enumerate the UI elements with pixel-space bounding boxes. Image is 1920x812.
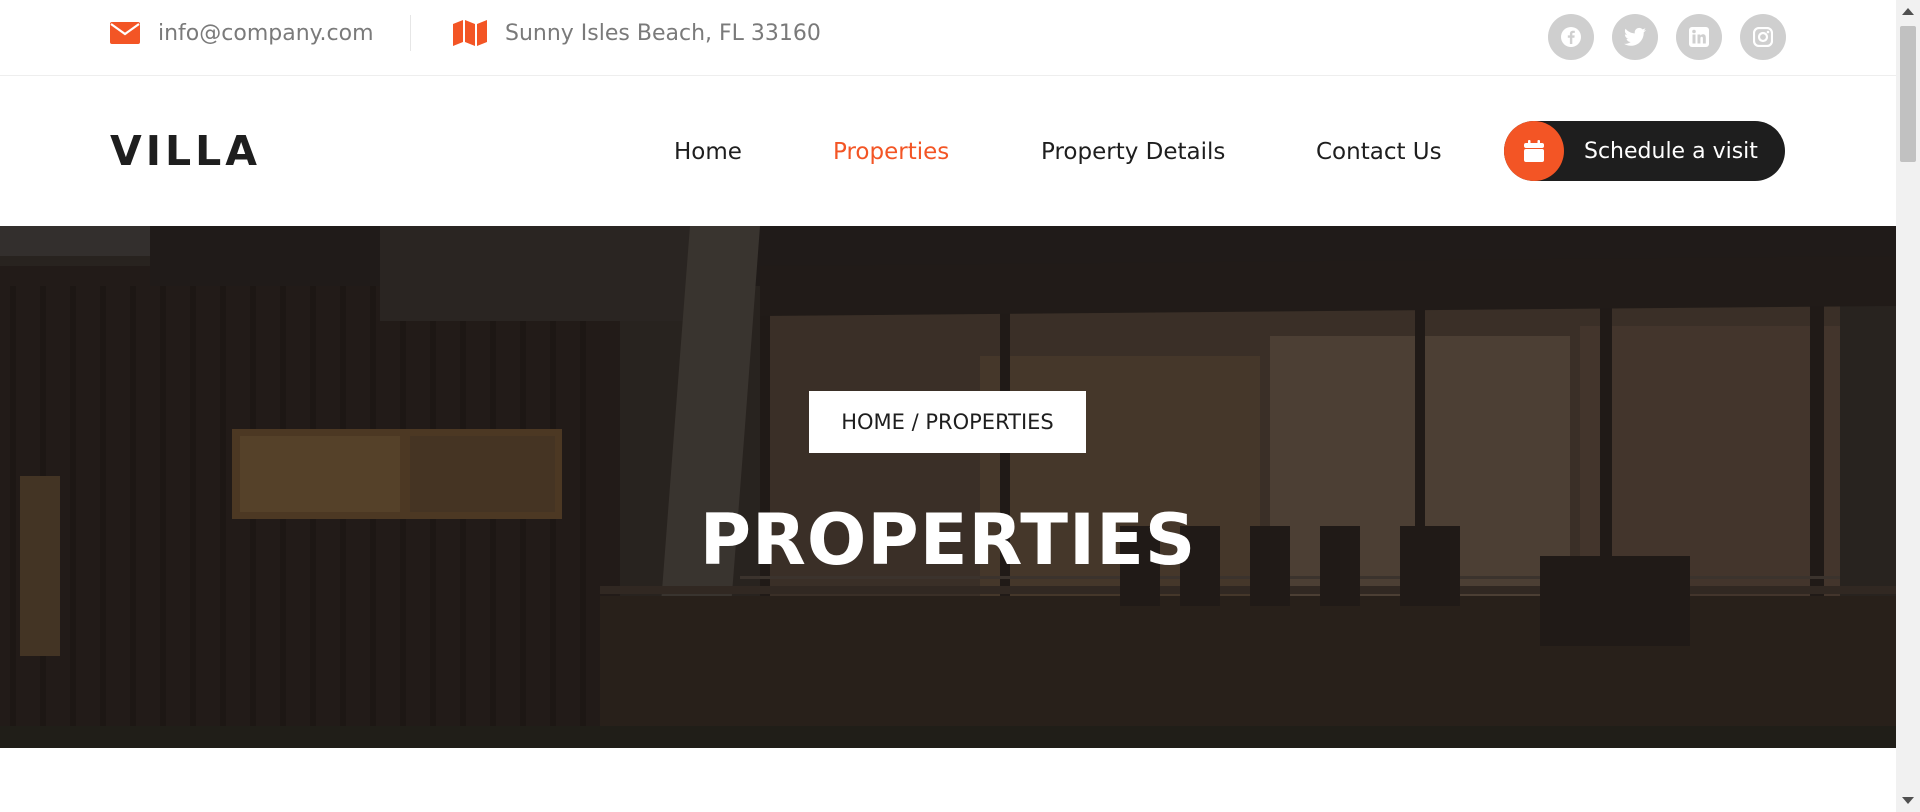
envelope-icon	[110, 22, 140, 44]
email-contact[interactable]: info@company.com	[110, 0, 374, 66]
nav-item-contact: Contact Us	[1316, 77, 1442, 226]
facebook-link[interactable]	[1548, 14, 1594, 60]
nav-link-home[interactable]: Home	[674, 139, 742, 165]
nav-item-home: Home	[674, 77, 742, 226]
site-header: VILLA Home Properties Property Details C…	[0, 77, 1896, 226]
calendar-icon	[1524, 140, 1544, 162]
instagram-link[interactable]	[1740, 14, 1786, 60]
schedule-visit-button[interactable]: Schedule a visit	[1504, 121, 1785, 181]
page-scrollbar[interactable]	[1896, 0, 1920, 812]
address-text: Sunny Isles Beach, FL 33160	[505, 20, 821, 46]
topbar-divider	[410, 15, 411, 51]
address-contact: Sunny Isles Beach, FL 33160	[453, 0, 821, 66]
scrollbar-thumb[interactable]	[1900, 26, 1916, 162]
nav-link-contact[interactable]: Contact Us	[1316, 139, 1442, 165]
linkedin-link[interactable]	[1676, 14, 1722, 60]
site-logo[interactable]: VILLA	[110, 125, 261, 177]
nav-item-properties: Properties	[833, 77, 949, 226]
nav-link-properties[interactable]: Properties	[833, 139, 949, 165]
twitter-link[interactable]	[1612, 14, 1658, 60]
breadcrumb[interactable]: HOME / PROPERTIES	[809, 391, 1086, 453]
social-links	[1548, 14, 1786, 60]
schedule-visit-label: Schedule a visit	[1584, 138, 1758, 164]
calendar-icon-circle	[1504, 121, 1564, 181]
page-title: PROPERTIES	[699, 499, 1197, 581]
linkedin-icon	[1689, 27, 1709, 47]
nav-item-property-details: Property Details	[1041, 77, 1225, 226]
email-text[interactable]: info@company.com	[158, 21, 374, 46]
hero-overlay	[0, 226, 1896, 748]
page-hero-banner: HOME / PROPERTIES PROPERTIES	[0, 226, 1896, 748]
instagram-icon	[1753, 27, 1773, 47]
twitter-icon	[1624, 27, 1646, 46]
nav-link-property-details[interactable]: Property Details	[1041, 139, 1225, 165]
top-info-bar: info@company.com Sunny Isles Beach, FL 3…	[0, 0, 1896, 76]
map-icon	[453, 20, 487, 46]
scroll-down-arrow-icon[interactable]	[1902, 797, 1914, 804]
scroll-up-arrow-icon[interactable]	[1902, 8, 1914, 15]
facebook-icon	[1561, 27, 1581, 47]
